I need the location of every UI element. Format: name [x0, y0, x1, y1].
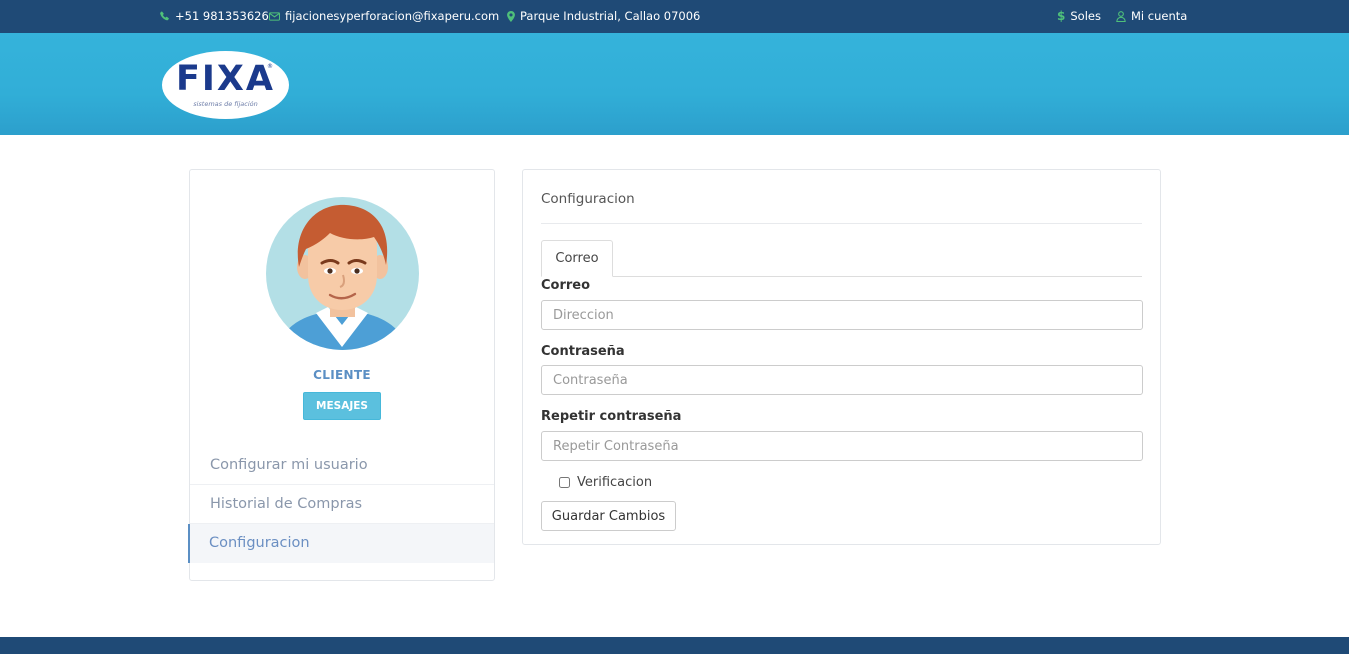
- phone-contact[interactable]: +51 981353626: [160, 9, 269, 23]
- sidebar-item-configuracion[interactable]: Configuracion: [188, 524, 494, 563]
- logo-tagline: sistemas de fijación: [193, 100, 258, 108]
- avatar: [266, 197, 419, 350]
- title-divider: [541, 223, 1142, 224]
- verification-checkbox[interactable]: [559, 477, 570, 488]
- save-changes-button[interactable]: Guardar Cambios: [541, 501, 676, 531]
- phone-icon: [160, 11, 170, 21]
- currency-label: Soles: [1070, 9, 1101, 23]
- password-field-label: Contraseña: [541, 344, 625, 359]
- sidebar-item-historial-compras[interactable]: Historial de Compras: [190, 485, 494, 524]
- dollar-icon: $: [1057, 9, 1066, 23]
- top-contact-bar: +51 981353626 fijacionesyperforacion@fix…: [0, 0, 1349, 33]
- address-contact[interactable]: Parque Industrial, Callao 07006: [507, 9, 700, 23]
- email-field[interactable]: [541, 300, 1143, 330]
- password-field[interactable]: [541, 365, 1143, 395]
- map-marker-icon: [507, 10, 515, 22]
- verification-checkbox-label: Verificacion: [577, 475, 653, 490]
- panel-title: Configuracion: [541, 191, 635, 207]
- repeat-password-field-label: Repetir contraseña: [541, 409, 682, 424]
- envelope-icon: [269, 11, 280, 21]
- phone-number: +51 981353626: [175, 9, 269, 23]
- account-link[interactable]: Mi cuenta: [1116, 9, 1187, 23]
- verification-checkbox-row[interactable]: Verificacion: [559, 475, 652, 490]
- user-role-label: CLIENTE: [313, 368, 371, 382]
- email-address: fijacionesyperforacion@fixaperu.com: [285, 9, 500, 23]
- tab-correo[interactable]: Correo: [541, 240, 613, 277]
- settings-tabs: Correo: [541, 240, 1142, 277]
- email-field-label: Correo: [541, 278, 591, 293]
- email-contact[interactable]: fijacionesyperforacion@fixaperu.com: [269, 9, 499, 23]
- settings-panel: Configuracion Correo Correo Contraseña R…: [522, 169, 1161, 545]
- footer-bar: [0, 637, 1349, 654]
- address-text: Parque Industrial, Callao 07006: [520, 9, 701, 23]
- logo-registered-mark: ®: [267, 63, 273, 70]
- account-label: Mi cuenta: [1131, 9, 1188, 23]
- messages-button[interactable]: MESAJES: [303, 392, 381, 420]
- sidebar-nav: Configurar mi usuario Historial de Compr…: [188, 446, 494, 563]
- user-sidebar: CLIENTE MESAJES Configurar mi usuario Hi…: [188, 169, 495, 581]
- repeat-password-field[interactable]: [541, 431, 1143, 461]
- user-icon: [1116, 10, 1126, 22]
- sidebar-item-configurar-usuario[interactable]: Configurar mi usuario: [190, 446, 494, 485]
- currency-selector[interactable]: $ Soles: [1057, 9, 1101, 23]
- fixa-logo[interactable]: FIXA ® sistemas de fijación: [162, 51, 289, 119]
